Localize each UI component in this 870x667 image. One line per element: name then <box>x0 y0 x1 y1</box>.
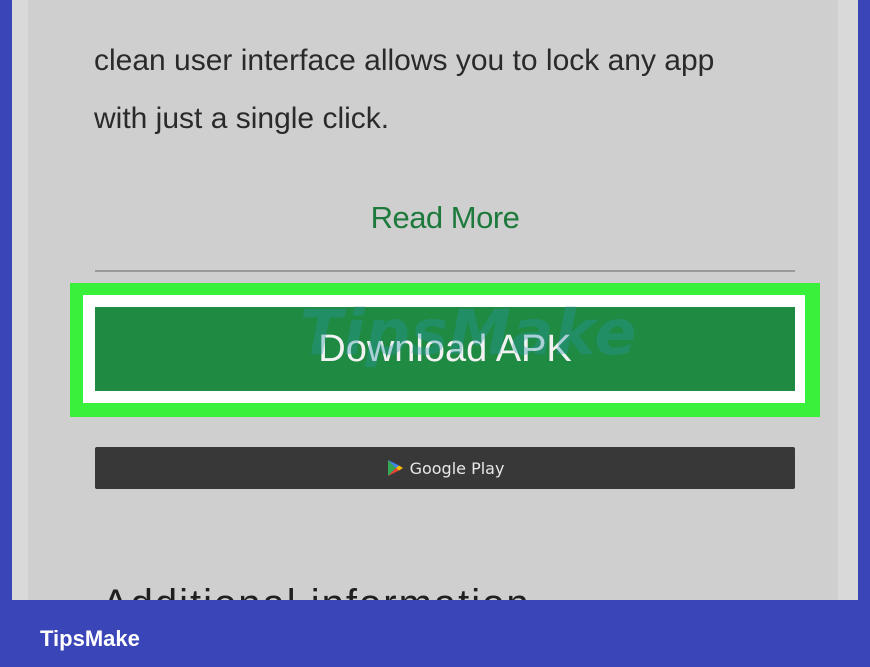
download-apk-button[interactable]: Download APK <box>95 307 795 391</box>
highlight-inner-border: Download APK <box>83 295 805 403</box>
read-more-link[interactable]: Read More <box>95 200 795 236</box>
google-play-icon <box>387 460 403 476</box>
highlight-box: Download APK <box>70 283 820 417</box>
image-frame: clean user interface allows you to lock … <box>0 0 870 667</box>
brand-logo: TipsMake <box>40 626 140 651</box>
screen-edge-left <box>12 0 28 600</box>
additional-info-heading: Additional information <box>102 582 531 600</box>
description-paragraph: clean user interface allows you to lock … <box>94 32 814 148</box>
phone-screen: clean user interface allows you to lock … <box>12 0 858 600</box>
divider <box>95 270 795 272</box>
description-line-2: with just a single click. <box>94 102 390 135</box>
description-line-1: clean user interface allows you to lock … <box>94 44 715 77</box>
google-play-label: Google Play <box>409 458 505 478</box>
screen-edge-right <box>838 0 858 600</box>
google-play-button[interactable]: Google Play <box>95 447 795 489</box>
